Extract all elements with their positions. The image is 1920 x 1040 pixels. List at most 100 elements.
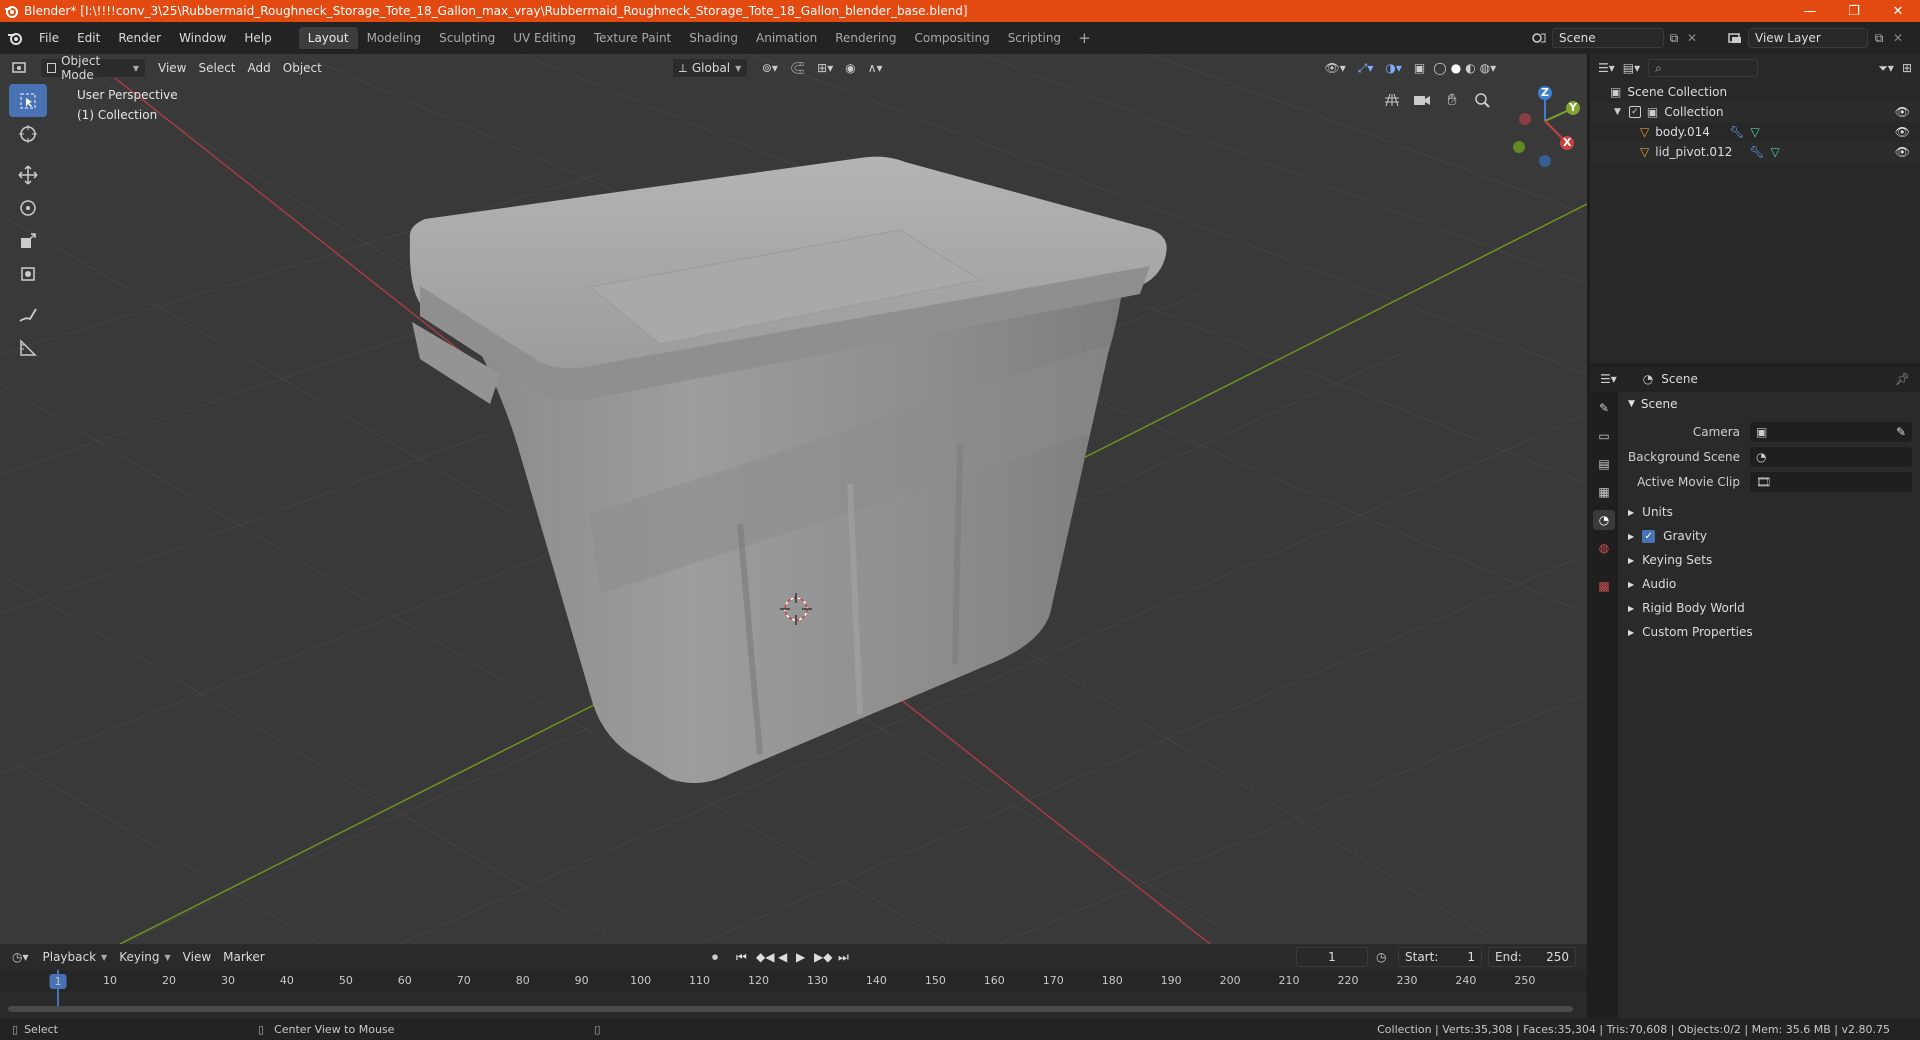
cursor-tool[interactable]: [9, 117, 47, 150]
view-layer-browse-icon[interactable]: [1722, 32, 1748, 44]
viewport-menu-select[interactable]: Select: [192, 58, 241, 78]
playhead-frame[interactable]: 1: [49, 974, 67, 989]
menu-file[interactable]: File: [30, 27, 68, 49]
tab-uv-editing[interactable]: UV Editing: [504, 27, 585, 49]
jump-keyframe-next-button[interactable]: ▶◆: [814, 950, 832, 964]
keying-menu[interactable]: Keying ▼: [113, 947, 176, 967]
maximize-button[interactable]: ❐: [1832, 0, 1876, 22]
new-scene-icon[interactable]: ⧉: [1664, 31, 1684, 46]
tool-settings-tab-icon[interactable]: ✎: [1593, 398, 1615, 418]
eyedropper-icon[interactable]: ✎: [1896, 425, 1906, 439]
menu-help[interactable]: Help: [235, 27, 280, 49]
active-movie-clip-field[interactable]: 🎞︎: [1750, 471, 1912, 492]
background-scene-field[interactable]: ◔: [1750, 446, 1912, 467]
timeline-ruler[interactable]: 1 10 20 30 40 50 60 70 80 90 100 110 120 130 140 150 16…: [0, 970, 1587, 1010]
outliner-editor-icon[interactable]: ☰▾: [1598, 61, 1615, 75]
outliner-object-body[interactable]: ▽ body.014 🔧︎ ▽ 👁︎: [1590, 122, 1920, 142]
expand-arrow-icon[interactable]: ▼: [1614, 107, 1621, 117]
remove-view-layer-icon[interactable]: ✕: [1890, 31, 1906, 45]
pan-view-icon[interactable]: ✋︎: [1440, 88, 1464, 112]
snap-target-icon[interactable]: ⊞▾: [811, 58, 839, 78]
pin-icon[interactable]: 📌︎: [1895, 372, 1910, 386]
eye-icon[interactable]: 👁︎: [1895, 145, 1910, 159]
minimize-button[interactable]: —: [1788, 0, 1832, 22]
play-reverse-button[interactable]: ◀: [778, 950, 787, 964]
proportional-edit-icon[interactable]: ◉: [839, 58, 861, 78]
close-button[interactable]: ✕: [1876, 0, 1920, 22]
mesh-data-icon[interactable]: ▽: [1750, 125, 1759, 139]
timeline-marker-menu[interactable]: Marker: [217, 947, 270, 967]
wireframe-shading-icon[interactable]: ◯: [1431, 58, 1448, 78]
blender-menu-icon[interactable]: [0, 31, 30, 45]
camera-view-icon[interactable]: [1410, 88, 1434, 112]
current-frame-field[interactable]: 1: [1296, 947, 1368, 967]
transform-orientation-dropdown[interactable]: ⟂ Global ▼: [671, 58, 748, 78]
select-box-tool[interactable]: [9, 84, 47, 117]
rotate-tool[interactable]: [9, 191, 47, 224]
preview-range-clock-icon[interactable]: ◷: [1376, 950, 1386, 964]
jump-start-button[interactable]: ⏮: [736, 950, 747, 965]
object-mode-dropdown[interactable]: Object Mode ▼: [40, 54, 146, 82]
menu-edit[interactable]: Edit: [68, 27, 109, 49]
tab-layout[interactable]: Layout: [298, 27, 358, 49]
annotate-tool[interactable]: [9, 298, 47, 331]
gizmo-y-label[interactable]: Y: [1569, 101, 1577, 114]
measure-tool[interactable]: [9, 331, 47, 364]
tab-modeling[interactable]: Modeling: [358, 27, 431, 49]
editor-type-icon[interactable]: [0, 58, 34, 78]
overlay-toggle-icon[interactable]: ◑▾: [1379, 58, 1408, 78]
scene-panel-header[interactable]: ▼ Scene: [1622, 392, 1920, 416]
playback-menu[interactable]: Playback ▼: [37, 947, 114, 967]
texture-tab-icon[interactable]: ▩: [1593, 576, 1615, 596]
tab-sculpting[interactable]: Sculpting: [430, 27, 504, 49]
xray-icon[interactable]: ▣: [1408, 58, 1431, 78]
add-workspace-button[interactable]: +: [1070, 29, 1099, 47]
outliner-search-input[interactable]: ⌕: [1648, 59, 1759, 77]
view-layer-field[interactable]: View Layer: [1748, 28, 1868, 48]
toggle-view-grid-icon[interactable]: [1380, 88, 1404, 112]
mesh-data-icon[interactable]: ▽: [1770, 145, 1779, 159]
custom-properties-panel[interactable]: ▶ Custom Properties: [1622, 620, 1920, 644]
modifier-wrench-icon[interactable]: 🔧︎: [1729, 125, 1744, 139]
properties-editor-icon[interactable]: ☰▾: [1600, 372, 1617, 386]
viewport-menu-view[interactable]: View: [152, 58, 192, 78]
jump-end-button[interactable]: ⏭: [838, 950, 849, 965]
tab-texture-paint[interactable]: Texture Paint: [585, 27, 680, 49]
world-tab-icon[interactable]: ◍: [1593, 538, 1615, 558]
pivot-point-icon[interactable]: ⊚▾: [756, 58, 784, 78]
menu-window[interactable]: Window: [170, 27, 235, 49]
view-layer-tab-icon[interactable]: ▦: [1593, 482, 1615, 502]
gravity-checkbox[interactable]: ✓: [1642, 529, 1656, 543]
record-button[interactable]: ⏺: [712, 950, 718, 965]
gizmo-x-label[interactable]: X: [1563, 136, 1571, 149]
timeline-scrollbar[interactable]: [8, 1006, 1573, 1012]
output-tab-icon[interactable]: ▤: [1593, 454, 1615, 474]
move-tool[interactable]: [9, 158, 47, 191]
zoom-view-icon[interactable]: [1470, 88, 1494, 112]
outliner-object-lid[interactable]: ▽ lid_pivot.012 🔧︎ ▽ 👁︎: [1590, 142, 1920, 162]
scene-tab-icon[interactable]: ◔: [1593, 510, 1615, 530]
start-frame-field[interactable]: Start: 1: [1398, 947, 1482, 967]
scale-tool[interactable]: [9, 224, 47, 257]
gizmo-z-label[interactable]: Z: [1541, 86, 1549, 99]
filter-icon[interactable]: ⏷▾: [1878, 61, 1894, 76]
jump-keyframe-prev-button[interactable]: ◆◀: [756, 950, 774, 964]
tab-compositing[interactable]: Compositing: [905, 27, 998, 49]
camera-field[interactable]: ▣ ✎: [1750, 421, 1912, 442]
viewport-menu-object[interactable]: Object: [277, 58, 328, 78]
display-mode-icon[interactable]: ▤▾: [1623, 61, 1640, 75]
scene-browse-icon[interactable]: [1526, 32, 1552, 44]
eye-icon[interactable]: 👁︎: [1895, 125, 1910, 139]
end-frame-field[interactable]: End: 250: [1488, 947, 1576, 967]
tab-scripting[interactable]: Scripting: [999, 27, 1070, 49]
units-panel[interactable]: ▶ Units: [1622, 500, 1920, 524]
remove-scene-icon[interactable]: ✕: [1684, 31, 1700, 45]
rigid-body-world-panel[interactable]: ▶ Rigid Body World: [1622, 596, 1920, 620]
outliner-collection[interactable]: ▼ ✓ ▣ Collection 👁︎: [1590, 102, 1920, 122]
outliner-scene-collection[interactable]: ▣ Scene Collection: [1590, 82, 1920, 102]
new-view-layer-icon[interactable]: ⧉: [1868, 31, 1890, 46]
timeline-editor-icon[interactable]: ◷▾: [0, 950, 37, 964]
keying-sets-panel[interactable]: ▶ Keying Sets: [1622, 548, 1920, 572]
transform-tool[interactable]: [9, 257, 47, 290]
gravity-panel[interactable]: ▶ ✓ Gravity: [1622, 524, 1920, 548]
